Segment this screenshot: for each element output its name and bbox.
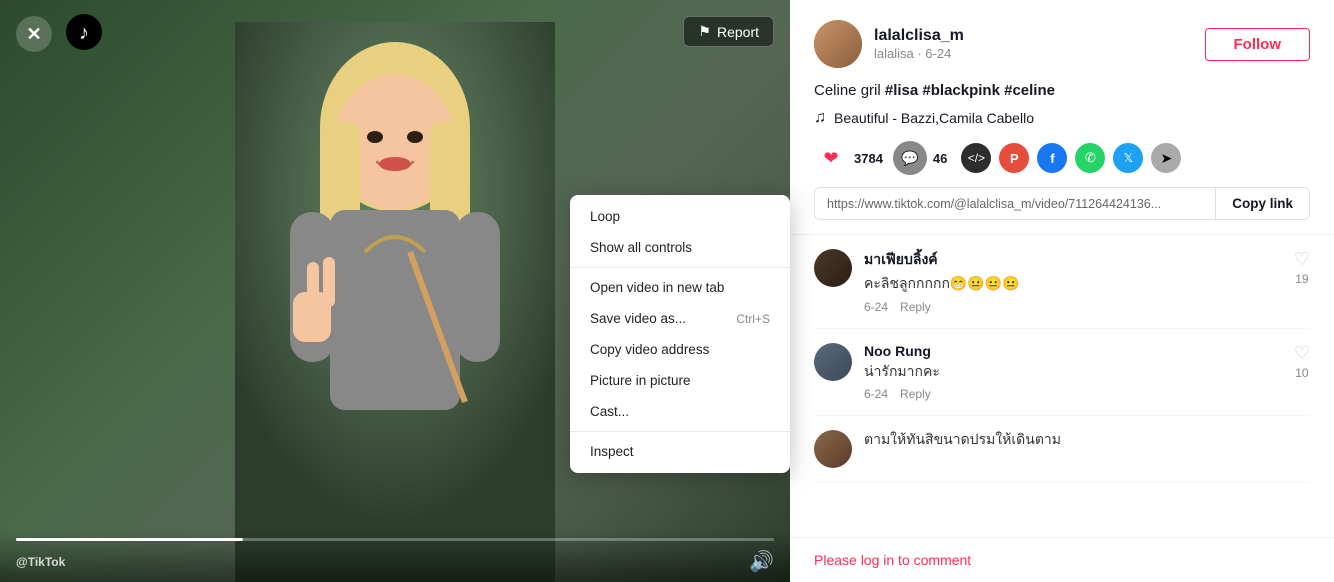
twitter-button[interactable]: 𝕏: [1113, 143, 1143, 173]
context-menu-open-tab[interactable]: Open video in new tab: [570, 272, 790, 303]
commenter-avatar: [814, 249, 852, 287]
comments-count: 46: [933, 151, 947, 166]
video-controls: @TikTok 🔊: [0, 530, 790, 582]
comment-body: Noo Rung น่ารักมากคะ 6-24 Reply: [864, 343, 1282, 402]
context-menu-inspect[interactable]: Inspect: [570, 436, 790, 467]
comment-item: มาเฟียบลิ้งค์ คะลิชลูกกกกก😁😐😐😐 6-24 Repl…: [814, 235, 1310, 329]
context-menu-divider-1: [570, 267, 790, 268]
comment-body: มาเฟียบลิ้งค์ คะลิชลูกกกกก😁😐😐😐 6-24 Repl…: [864, 249, 1282, 314]
reply-button[interactable]: Reply: [900, 300, 931, 314]
share-arrow-icon: ➤: [1161, 150, 1173, 167]
embed-button[interactable]: </>: [961, 143, 991, 173]
comment-text: ตามให้ทันสิขนาดปรมให้เดินตาม: [864, 430, 1310, 450]
tiktok-watermark: @TikTok: [16, 555, 65, 569]
report-button[interactable]: ⚑ Report: [683, 16, 774, 47]
comment-item: Noo Rung น่ารักมากคะ 6-24 Reply ♡ 10: [814, 329, 1310, 417]
comment-text: คะลิชลูกกกกก😁😐😐😐: [864, 274, 1282, 294]
comment-item: ตามให้ทันสิขนาดปรมให้เดินตาม: [814, 416, 1310, 483]
post-header: lalalclisa_m lalalisa · 6-24 Follow: [790, 0, 1334, 82]
actions-row: ❤ 3784 💬 46 </> P f ✆ 𝕏 ➤: [790, 141, 1334, 187]
share-icons: </> P f ✆ 𝕏 ➤: [961, 143, 1181, 173]
comment-like: ♡ 19: [1294, 249, 1310, 314]
comment-button[interactable]: 💬: [893, 141, 927, 175]
music-line: ♫ Beautiful - Bazzi,Camila Cabello: [790, 109, 1334, 141]
comment-date: 6-24: [864, 300, 888, 314]
music-note-icon: ♫: [814, 109, 826, 127]
commenter-username: มาเฟียบลิ้งค์: [864, 249, 1282, 271]
link-url: https://www.tiktok.com/@lalalclisa_m/vid…: [815, 189, 1215, 219]
context-menu: Loop Show all controls Open video in new…: [570, 195, 790, 473]
facebook-icon: f: [1050, 151, 1054, 166]
link-bar: https://www.tiktok.com/@lalalclisa_m/vid…: [814, 187, 1310, 220]
comment-like-count: 10: [1295, 366, 1308, 380]
embed-icon: </>: [968, 151, 985, 165]
commenter-avatar: [814, 430, 852, 468]
twitter-icon: 𝕏: [1124, 151, 1134, 165]
commenter-username: Noo Rung: [864, 343, 1282, 359]
comment-icon: 💬: [901, 150, 918, 167]
comment-meta: 6-24 Reply: [864, 387, 1282, 401]
user-info: lalalclisa_m lalalisa · 6-24: [874, 27, 1193, 61]
context-menu-show-controls[interactable]: Show all controls: [570, 232, 790, 263]
video-content: [235, 22, 555, 582]
close-button[interactable]: ✕: [16, 16, 52, 52]
comment-like-button[interactable]: ♡: [1294, 343, 1310, 364]
volume-icon[interactable]: 🔊: [749, 549, 774, 574]
caption: Celine gril #lisa #blackpink #celine: [790, 82, 1334, 109]
comment-like: ♡ 10: [1294, 343, 1310, 402]
context-menu-pip[interactable]: Picture in picture: [570, 365, 790, 396]
like-button[interactable]: ❤: [814, 141, 848, 175]
progress-bar[interactable]: [16, 538, 774, 541]
follow-button[interactable]: Follow: [1205, 28, 1311, 61]
copy-link-button[interactable]: Copy link: [1215, 188, 1309, 219]
tiktok-logo[interactable]: ♪: [66, 14, 102, 50]
pinterest-button[interactable]: P: [999, 143, 1029, 173]
comment-meta: 6-24 Reply: [864, 300, 1282, 314]
reply-button[interactable]: Reply: [900, 387, 931, 401]
flag-icon: ⚑: [698, 23, 711, 40]
video-panel: ✕ ♪ ⚑ Report Loop Show all controls Open…: [0, 0, 790, 582]
music-title: Beautiful - Bazzi,Camila Cabello: [834, 110, 1034, 126]
svg-text:♪: ♪: [79, 22, 89, 44]
comments-section: มาเฟียบลิ้งค์ คะลิชลูกกกกก😁😐😐😐 6-24 Repl…: [790, 234, 1334, 537]
avatar: [814, 20, 862, 68]
context-menu-cast[interactable]: Cast...: [570, 396, 790, 427]
comment-like-count: 19: [1295, 272, 1308, 286]
pinterest-icon: P: [1010, 151, 1019, 166]
progress-fill: [16, 538, 243, 541]
more-share-button[interactable]: ➤: [1151, 143, 1181, 173]
login-prompt[interactable]: Please log in to comment: [790, 537, 1334, 582]
user-sub: lalalisa · 6-24: [874, 46, 1193, 61]
whatsapp-button[interactable]: ✆: [1075, 143, 1105, 173]
context-menu-divider-2: [570, 431, 790, 432]
whatsapp-icon: ✆: [1085, 150, 1096, 166]
commenter-avatar: [814, 343, 852, 381]
right-panel: lalalclisa_m lalalisa · 6-24 Follow Celi…: [790, 0, 1334, 582]
comment-date: 6-24: [864, 387, 888, 401]
context-menu-loop[interactable]: Loop: [570, 201, 790, 232]
comment-like-button[interactable]: ♡: [1294, 249, 1310, 270]
likes-count: 3784: [854, 151, 883, 166]
context-menu-copy-address[interactable]: Copy video address: [570, 334, 790, 365]
facebook-button[interactable]: f: [1037, 143, 1067, 173]
context-menu-save[interactable]: Save video as... Ctrl+S: [570, 303, 790, 334]
comment-body: ตามให้ทันสิขนาดปรมให้เดินตาม: [864, 430, 1310, 468]
username: lalalclisa_m: [874, 27, 1193, 45]
comment-text: น่ารักมากคะ: [864, 362, 1282, 382]
